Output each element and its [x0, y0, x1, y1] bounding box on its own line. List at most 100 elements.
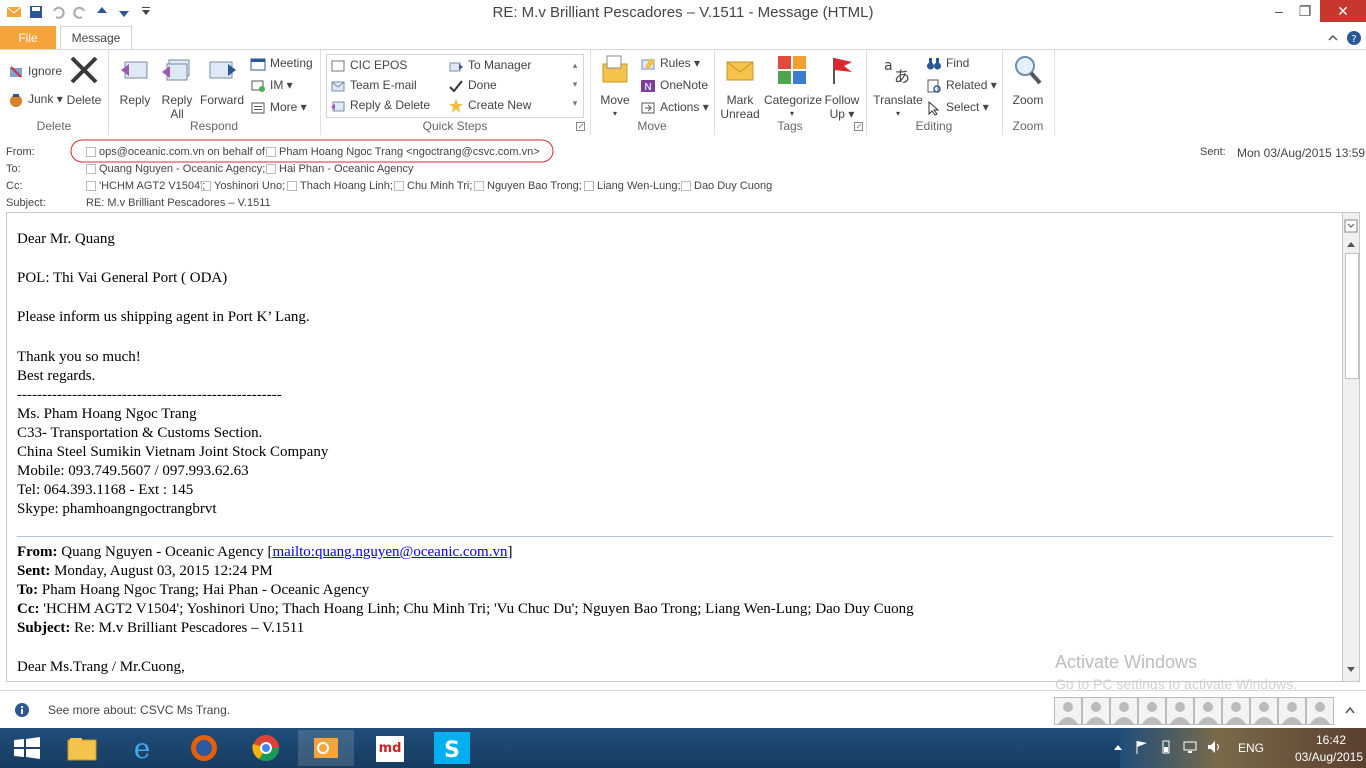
quoted-to-label: To:	[17, 582, 39, 598]
move-button[interactable]: Move ▾	[596, 54, 634, 121]
quickstep-to-manager[interactable]: To Manager	[448, 56, 531, 74]
expand-people-pane-icon[interactable]	[1344, 705, 1356, 715]
from-sender[interactable]: ops@oceanic.com.vn on behalf of	[86, 146, 265, 158]
tray-time[interactable]: 16:42	[1300, 733, 1362, 747]
ribbon: Ignore Junk ▾ Delete Delete Reply Reply …	[0, 49, 1366, 136]
delete-button[interactable]: Delete	[66, 54, 102, 107]
cc-recipient[interactable]: Yoshinori Uno;	[201, 180, 285, 192]
people-pane-text[interactable]: See more about: CSVC Ms Trang.	[48, 703, 230, 717]
quickstep-team-email[interactable]: Team E-mail	[330, 76, 417, 94]
rules-icon	[641, 57, 655, 70]
scroll-thumb[interactable]	[1345, 253, 1359, 379]
person-photo-placeholder[interactable]	[1110, 697, 1138, 725]
mdict-app-icon[interactable]: md	[362, 730, 418, 766]
chrome-icon[interactable]	[238, 730, 294, 766]
find-button[interactable]: Find	[926, 54, 969, 72]
skype-icon[interactable]: S	[424, 730, 480, 766]
follow-up-button[interactable]: Follow Up ▾	[822, 54, 862, 121]
person-photo-placeholder[interactable]	[1194, 697, 1222, 725]
signature-mobile: Mobile: 093.749.5607 / 097.993.62.63	[17, 463, 249, 479]
more-respond-button[interactable]: More ▾	[250, 98, 307, 116]
person-photo-placeholder[interactable]	[1306, 697, 1334, 725]
tab-message[interactable]: Message	[60, 26, 132, 51]
to-recipient[interactable]: Quang Nguyen - Oceanic Agency;	[86, 163, 265, 175]
zoom-button[interactable]: Zoom	[1008, 54, 1048, 107]
categorize-button[interactable]: Categorize ▾	[764, 54, 822, 121]
reply-button[interactable]: Reply	[116, 54, 154, 107]
cc-recipient[interactable]: 'HCHM AGT2 V1504';	[86, 180, 205, 192]
quick-steps-scroll[interactable]: ▴ ▾ ▾	[570, 56, 580, 114]
from-person[interactable]: Pham Hoang Ngoc Trang <ngoctrang@csvc.co…	[266, 146, 540, 158]
mark-unread-button[interactable]: Mark Unread	[718, 54, 762, 121]
cc-recipient[interactable]: Chu Minh Tri;	[394, 180, 472, 192]
quickstep-done[interactable]: Done	[448, 76, 497, 94]
junk-button[interactable]: Junk ▾	[8, 90, 63, 108]
body-scrollbar[interactable]	[1342, 212, 1360, 682]
close-button[interactable]: ✕	[1320, 0, 1366, 22]
find-label: Find	[946, 56, 970, 70]
categorize-icon	[778, 56, 806, 84]
to-recipient[interactable]: Hai Phan - Oceanic Agency	[266, 163, 414, 175]
signature-rule: ----------------------------------------…	[17, 387, 282, 403]
person-photo-placeholder[interactable]	[1082, 697, 1110, 725]
reply-all-button[interactable]: Reply All	[158, 54, 196, 121]
tags-launcher-icon[interactable]	[854, 122, 863, 131]
quick-steps-launcher-icon[interactable]	[576, 122, 585, 131]
person-photo-placeholder[interactable]	[1222, 697, 1250, 725]
related-button[interactable]: Related ▾	[926, 76, 997, 94]
from-value: ops@oceanic.com.vn on behalf of	[99, 146, 265, 158]
person-photo-placeholder[interactable]	[1054, 697, 1082, 725]
quickstep-reply-delete[interactable]: Reply & Delete	[330, 96, 430, 114]
im-button[interactable]: IM ▾	[250, 76, 293, 94]
ignore-button[interactable]: Ignore	[8, 62, 62, 80]
meeting-button[interactable]: Meeting	[250, 54, 313, 72]
presence-checkbox	[201, 181, 211, 192]
quickstep-cic-epos[interactable]: CIC EPOS	[330, 56, 407, 74]
cc-label: Cc:	[6, 180, 23, 192]
tray-flag-icon[interactable]	[1134, 739, 1150, 755]
outlook-taskbar-icon[interactable]	[298, 730, 354, 766]
cc-recipient[interactable]: Dao Duy Cuong	[681, 180, 772, 192]
person-silhouette-icon	[1310, 702, 1330, 724]
quoted-from-bracket: ]	[507, 544, 513, 560]
restore-button[interactable]: ❐	[1288, 0, 1322, 22]
person-photo-placeholder[interactable]	[1138, 697, 1166, 725]
tab-file[interactable]: File	[0, 26, 56, 50]
tray-date[interactable]: 03/Aug/2015	[1294, 750, 1364, 764]
tray-volume-icon[interactable]	[1206, 739, 1222, 755]
message-body[interactable]: Dear Mr. Quang POL: Thi Vai General Port…	[6, 212, 1344, 682]
firefox-icon[interactable]	[176, 730, 232, 766]
tray-power-icon[interactable]	[1158, 739, 1174, 755]
onenote-button[interactable]: N OneNote	[640, 76, 708, 94]
file-explorer-icon[interactable]	[54, 730, 110, 766]
help-icon[interactable]: ?	[1346, 30, 1362, 46]
scroll-options-icon[interactable]	[1344, 219, 1358, 233]
scroll-down-arrow-icon[interactable]	[1345, 665, 1357, 675]
cc-recipient[interactable]: Nguyen Bao Trong;	[474, 180, 582, 192]
tray-language[interactable]: ENG	[1238, 741, 1264, 755]
collapse-ribbon-icon[interactable]	[1326, 31, 1340, 45]
rules-button[interactable]: Rules ▾	[640, 54, 700, 72]
signature-tel: Tel: 064.393.1168 - Ext : 145	[17, 482, 194, 498]
subject-label: Subject:	[6, 197, 46, 209]
quoted-from-mailto-link[interactable]: mailto:quang.nguyen@oceanic.com.vn	[272, 544, 507, 560]
tray-show-hidden-icon[interactable]	[1112, 741, 1124, 753]
tray-network-icon[interactable]	[1182, 739, 1198, 755]
person-photo-placeholder[interactable]	[1278, 697, 1306, 725]
internet-explorer-icon[interactable]: e	[114, 730, 170, 766]
svg-text:a: a	[884, 58, 893, 74]
scroll-up-arrow-icon[interactable]	[1345, 239, 1357, 249]
quickstep-create-new[interactable]: Create New	[448, 96, 531, 114]
person-photo-placeholder[interactable]	[1166, 697, 1194, 725]
person-photo-placeholder[interactable]	[1250, 697, 1278, 725]
cc-recipient[interactable]: Thach Hoang Linh;	[287, 180, 393, 192]
start-button-windows-icon[interactable]	[0, 730, 56, 766]
select-button[interactable]: Select ▾	[926, 98, 989, 116]
translate-button[interactable]: aあ Translate ▾	[872, 54, 924, 121]
svg-text:e: e	[134, 732, 151, 765]
cc-recipient[interactable]: Liang Wen-Lung;	[584, 180, 681, 192]
forward-button[interactable]: Forward	[200, 54, 244, 107]
actions-button[interactable]: Actions ▾	[640, 98, 709, 116]
move-group: Move ▾ Rules ▾ N OneNote Actions ▾ Move	[590, 50, 715, 135]
translate-icon: aあ	[884, 58, 910, 86]
